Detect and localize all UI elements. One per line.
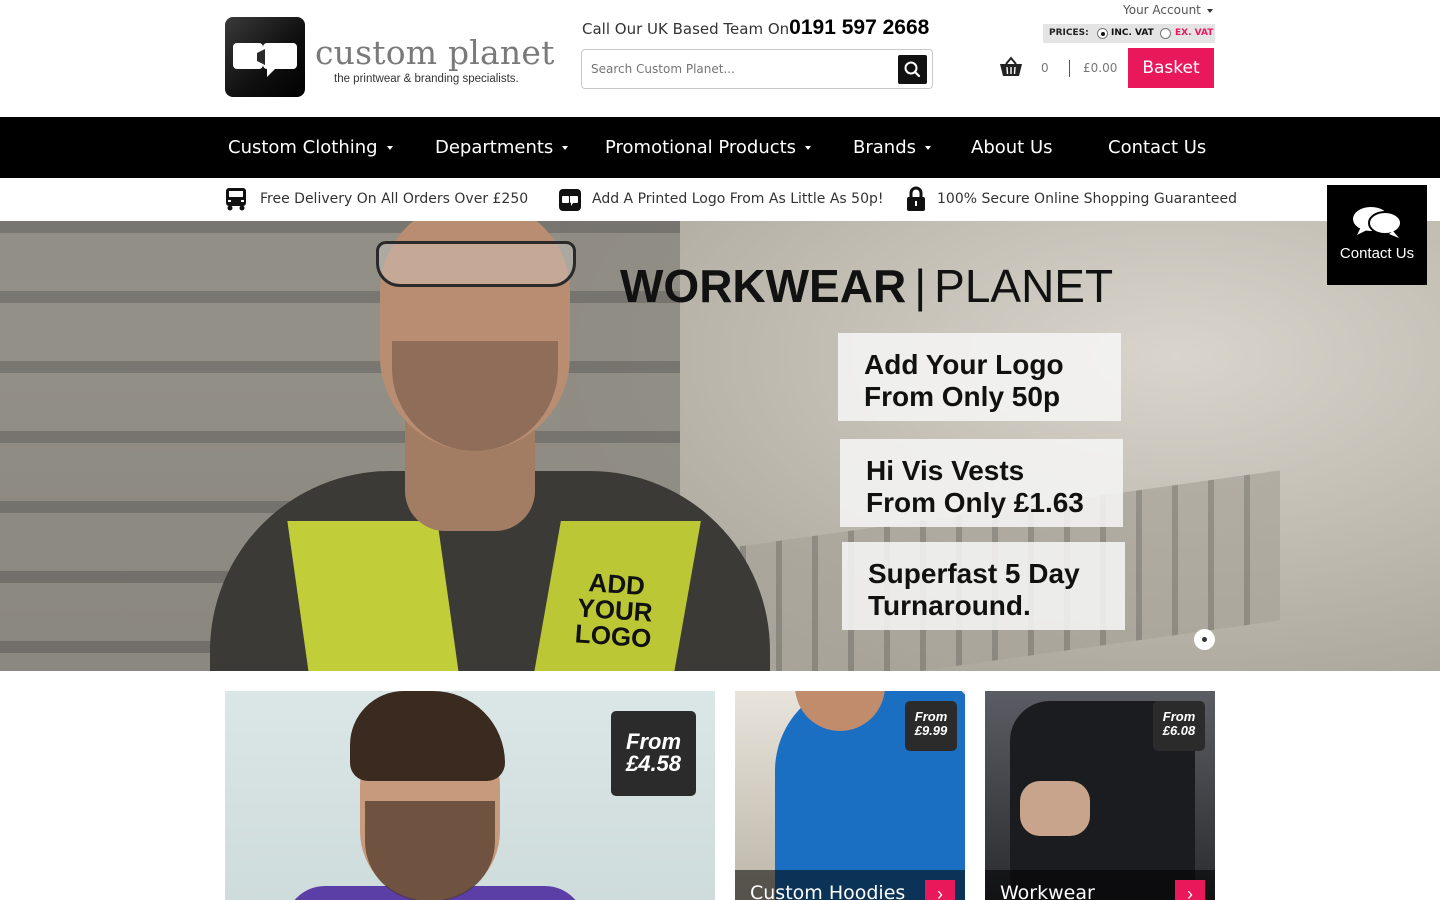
ex-vat-label[interactable]: EX. VAT [1175, 24, 1213, 43]
hero-title-bold: WORKWEAR [620, 260, 907, 312]
basket-count[interactable]: 0 [1041, 61, 1049, 75]
nav-item-custom-clothing[interactable]: Custom Clothing [228, 117, 393, 178]
promo-box-hi-vis: Hi Vis Vests From Only £1.63 [840, 439, 1123, 527]
promo-line: From Only £1.63 [866, 487, 1084, 518]
model-beard [365, 801, 495, 900]
nav-item-about-us[interactable]: About Us [971, 117, 1053, 178]
hero-banner[interactable]: ADD YOUR LOGO WORKWEAR | PLANET Add Your L… [0, 221, 1440, 671]
nav-item-contact-us[interactable]: Contact Us [1108, 117, 1206, 178]
chevron-down-icon [562, 146, 569, 150]
logo-wordmark[interactable]: custom planet [315, 34, 555, 72]
delivery-truck-icon [226, 188, 246, 211]
search-icon [904, 61, 921, 78]
tile-caption-label: Custom Hoodies [750, 882, 906, 900]
account-menu[interactable]: Your Account [1123, 3, 1213, 17]
price-badge: From £6.08 [1153, 701, 1205, 751]
price-from-label: From [914, 709, 948, 724]
price-value: £6.08 [1162, 723, 1196, 738]
nav-label: Brands [853, 137, 916, 158]
usp-label: Add A Printed Logo From As Little As 50p… [592, 191, 884, 207]
tile-caption: Workwear › [985, 870, 1215, 900]
usp-secure-shopping: 100% Secure Online Shopping Guaranteed [906, 178, 1237, 221]
chevron-down-icon [386, 146, 393, 150]
prices-label: PRICES: [1049, 28, 1089, 38]
speech-bubble-logo-icon [233, 43, 297, 77]
ex-vat-radio[interactable] [1160, 28, 1171, 39]
hero-title-separator: | [914, 260, 927, 312]
basket-total[interactable]: £0.00 [1083, 61, 1117, 75]
phone-callout: Call Our UK Based Team On0191 597 2668 [582, 16, 929, 42]
search-bar [581, 49, 933, 89]
contact-us-float-button[interactable]: Contact Us [1327, 185, 1427, 285]
safety-glasses [376, 241, 576, 287]
promo-box-logo: Add Your Logo From Only 50p [838, 333, 1121, 421]
custom-planet-logo-icon [559, 189, 581, 211]
model-hand [1020, 781, 1090, 836]
inc-vat-radio[interactable] [1097, 28, 1108, 39]
vat-toggle: PRICES: INC. VAT EX. VAT [1043, 24, 1215, 43]
nav-item-departments[interactable]: Departments [435, 117, 569, 178]
padlock-icon [907, 186, 925, 211]
account-label: Your Account [1123, 3, 1201, 17]
hero-title-light: PLANET [934, 260, 1114, 312]
tile-caption: Custom Hoodies › [735, 870, 965, 900]
basket-icon[interactable] [999, 56, 1023, 78]
hi-vis-vest-left [287, 521, 463, 671]
logo-tagline: the printwear & branding specialists. [334, 73, 519, 85]
price-value: £4.58 [625, 751, 682, 776]
usp-printed-logo: Add A Printed Logo From As Little As 50p… [559, 178, 883, 221]
search-input[interactable] [591, 59, 891, 79]
promo-line: From Only 50p [864, 381, 1061, 412]
chevron-right-icon[interactable]: › [925, 880, 955, 900]
nav-label: Departments [435, 137, 554, 158]
tile-caption-label: Workwear [1000, 882, 1095, 900]
contact-us-label: Contact Us [1339, 245, 1415, 262]
usp-bar: Free Delivery On All Orders Over £250 Ad… [0, 178, 1440, 221]
price-value: £9.99 [914, 723, 948, 738]
promo-box-turnaround: Superfast 5 Day Turnaround. [842, 542, 1125, 630]
main-nav: Custom Clothing Departments Promotional … [0, 117, 1440, 178]
nav-item-promotional-products[interactable]: Promotional Products [605, 117, 812, 178]
nav-label: About Us [971, 137, 1053, 158]
hero-title: WORKWEAR | PLANET [620, 259, 1113, 313]
tile-custom-hoodies[interactable]: From £9.99 Custom Hoodies › [735, 691, 965, 900]
chat-bubbles-icon [1353, 207, 1402, 238]
basket-divider [1069, 60, 1070, 77]
chevron-down-icon [925, 146, 931, 150]
usp-label: 100% Secure Online Shopping Guaranteed [937, 191, 1237, 207]
promo-line: Add Your Logo [864, 349, 1064, 380]
price-from-label: From [1162, 709, 1196, 724]
vest-logo-text: ADD YOUR LOGO [557, 567, 672, 653]
search-button[interactable] [898, 55, 927, 84]
inc-vat-label[interactable]: INC. VAT [1111, 24, 1154, 43]
chevron-right-icon[interactable]: › [1175, 880, 1205, 900]
price-badge: From £9.99 [905, 701, 957, 751]
nav-label: Promotional Products [605, 137, 797, 158]
nav-label: Custom Clothing [228, 137, 378, 158]
basket-button[interactable]: Basket [1128, 48, 1214, 88]
call-label: Call Our UK Based Team On [582, 20, 790, 38]
site-header: custom planet the printwear & branding s… [0, 0, 1440, 117]
chevron-down-icon [1206, 8, 1213, 13]
promo-line: Turnaround. [868, 590, 1031, 621]
usp-free-delivery: Free Delivery On All Orders Over £250 [225, 178, 528, 221]
slider-dot[interactable] [1194, 629, 1215, 650]
nav-item-brands[interactable]: Brands [853, 117, 931, 178]
price-badge: From £4.58 [611, 711, 696, 796]
tile-tshirts[interactable]: From £4.58 [225, 691, 715, 900]
custom-planet-logo[interactable] [225, 17, 305, 97]
price-from-label: From [626, 729, 681, 754]
model-hair [350, 691, 505, 781]
nav-label: Contact Us [1108, 137, 1207, 158]
promo-line: Hi Vis Vests [866, 455, 1025, 486]
tile-workwear[interactable]: From £6.08 Workwear › [985, 691, 1215, 900]
promo-line: Superfast 5 Day [868, 558, 1080, 589]
phone-number[interactable]: 0191 597 2668 [789, 16, 929, 39]
usp-label: Free Delivery On All Orders Over £250 [260, 191, 529, 207]
chevron-down-icon [805, 146, 812, 150]
